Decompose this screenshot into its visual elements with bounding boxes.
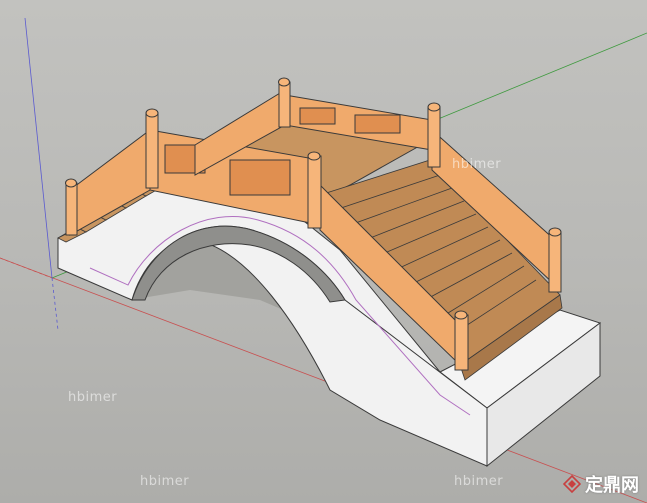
logo-text: 定鼎网: [585, 475, 639, 496]
bridge-model-scene[interactable]: [0, 0, 647, 503]
blue-axis-dashed: [51, 277, 59, 331]
watermark-bottom-center: hbimer: [140, 474, 190, 489]
sketchup-viewport[interactable]: hbimer hbimer hbimer hbimer 定鼎网: [0, 0, 647, 503]
dingding-logo-icon: [563, 475, 581, 493]
blue-axis: [24, 17, 53, 279]
watermark-bottom-left: hbimer: [68, 390, 118, 405]
site-logo: 定鼎网: [563, 471, 639, 497]
watermark-bottom-right: hbimer: [454, 474, 504, 489]
watermark-mid: hbimer: [452, 157, 502, 172]
